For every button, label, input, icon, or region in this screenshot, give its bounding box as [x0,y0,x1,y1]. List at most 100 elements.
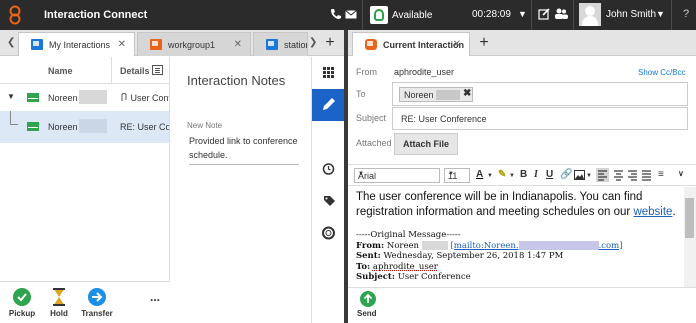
column-name[interactable]: Name [48,66,73,76]
close-icon[interactable]: ✕ [453,39,461,50]
app-logo-icon [9,5,21,25]
history-button[interactable] [312,153,345,185]
body-period: . [672,206,676,218]
scrollbar-thumb[interactable] [685,198,694,238]
mail-icon[interactable] [345,10,357,19]
recipient-chip[interactable]: Noreen ✖ [399,87,473,102]
tab-my-interactions[interactable]: My Interactions ✕ [18,32,135,56]
column-chooser-icon[interactable] [152,65,163,75]
top-bar: Interaction Connect Available 00:28:09 ▼… [0,0,696,30]
mailto-start: [mailto:Noreen. [450,240,519,251]
send-bar: Send [348,287,696,323]
tab-label: station [284,40,308,50]
help-support-button[interactable] [312,217,345,249]
send-button[interactable] [360,291,376,307]
pencil-icon [323,98,335,110]
close-icon[interactable]: ✕ [118,39,126,50]
redacted-block [79,90,107,104]
chat-icon [365,39,377,50]
hold-button[interactable]: Hold [41,288,77,318]
align-left-icon[interactable] [596,168,609,182]
row-detail: RE: User Conf [120,122,170,132]
underline-icon[interactable]: U [546,169,553,180]
user-name[interactable]: John Smith [606,9,656,20]
interaction-list: Name Details ▼ Noreen User Confe Noreen … [0,57,170,281]
close-icon[interactable]: ✕ [234,39,242,50]
grid-icon [323,67,334,78]
list-icon[interactable]: ≡ [658,169,664,180]
bold-icon[interactable]: B [520,169,527,180]
chevron-down-icon[interactable]: ▼ [656,9,665,19]
remove-recipient-icon[interactable]: ✖ [463,88,471,99]
chevron-left-icon[interactable]: ❮ [7,37,15,48]
chevron-down-icon[interactable]: ▼ [586,173,592,179]
website-link[interactable]: website [633,206,672,218]
new-note-field[interactable]: Provided link to conference schedule. [189,134,299,165]
action-bar: Pickup Hold Transfer ... [0,281,170,323]
pickup-button[interactable]: Pickup [4,288,40,318]
row-name: Noreen [48,93,78,103]
grid-view-button[interactable] [312,57,345,89]
table-row[interactable]: ▼ Noreen User Confe [0,84,169,111]
redacted-block [421,240,448,250]
to-label: To [356,89,366,99]
phone-icon[interactable] [330,8,342,20]
row-detail: User Confe [120,92,169,103]
compose-icon[interactable] [538,8,550,20]
user-avatar[interactable] [579,3,601,26]
align-center-icon[interactable] [612,168,625,182]
italic-icon[interactable]: I [534,169,538,180]
font-color-icon[interactable]: A [476,169,483,180]
tab-label: workgroup1 [168,40,216,50]
chevron-down-icon[interactable]: ▼ [518,9,527,19]
subject-label: Subject [356,113,387,123]
add-tab-button[interactable]: + [472,33,496,55]
table-row[interactable]: Noreen RE: User Conf [0,111,170,143]
interaction-notes-panel: Interaction Notes New Note Provided link… [171,57,311,323]
chevron-right-icon[interactable]: ❯ [309,37,317,48]
more-actions-button[interactable]: ... [150,290,160,304]
chevron-down-icon: ▼ [358,171,364,177]
tree-connector [10,111,18,125]
original-to-value: aphrodite_user [372,261,438,272]
original-to-label: To: [356,261,371,272]
contacts-icon[interactable] [554,8,568,20]
chevron-down-double-icon[interactable]: ∨ [678,169,684,178]
chevron-down-icon[interactable]: ▼ [509,173,515,179]
original-message: -----Original Message----- From: Noreen … [356,230,684,283]
mailto-link[interactable]: [mailto:Noreen. .com] [450,240,623,251]
original-from-line: From: Noreen [mailto:Noreen. .com] [356,240,684,252]
app-title: Interaction Connect [44,9,148,21]
tab-label: My Interactions [49,40,111,50]
column-details[interactable]: Details [120,66,150,76]
subject-field[interactable]: RE: User Conference [392,107,688,130]
tab-station[interactable]: station [253,32,308,56]
highlight-icon[interactable]: ✎ [498,169,506,180]
notes-title: Interaction Notes [187,73,286,88]
formatting-toolbar: Arial ▼ 11 ▼ A ▼ ✎ ▼ B I U 🔗 ▼ ≡ ∨ [348,164,696,186]
tab-workgroup1[interactable]: workgroup1 ✕ [137,32,251,56]
align-justify-icon[interactable] [640,168,653,182]
show-cc-bcc-link[interactable]: Show Cc/Bcc [638,68,686,77]
original-to-line: To: aphrodite_user [356,262,684,273]
original-sent-line: Sent: Wednesday, September 26, 2018 1:47… [356,251,684,262]
font-family-select[interactable]: Arial ▼ [354,168,440,183]
align-right-icon[interactable] [626,168,639,182]
to-field[interactable]: Noreen ✖ [392,82,688,106]
attach-file-button[interactable]: Attach File [394,133,458,155]
email-body-editor[interactable]: The user conference will be in Indianapo… [348,187,684,287]
add-tab-button[interactable]: + [318,33,342,55]
transfer-button[interactable]: Transfer [79,288,115,318]
chevron-down-icon: ▼ [448,171,454,177]
original-sent-label: Sent: [356,251,381,261]
font-size-select[interactable]: 11 ▼ [444,168,470,183]
tag-button[interactable] [312,185,345,217]
notes-button[interactable] [312,89,345,121]
image-icon[interactable] [574,170,585,180]
expand-caret-icon[interactable]: ▼ [7,92,15,101]
tab-current-interaction[interactable]: Current Interaction ✕ [352,32,470,56]
link-icon[interactable]: 🔗 [560,169,572,180]
help-icon[interactable]: ? [683,8,689,20]
transfer-label: Transfer [81,309,113,318]
chevron-down-icon[interactable]: ▼ [487,173,493,179]
